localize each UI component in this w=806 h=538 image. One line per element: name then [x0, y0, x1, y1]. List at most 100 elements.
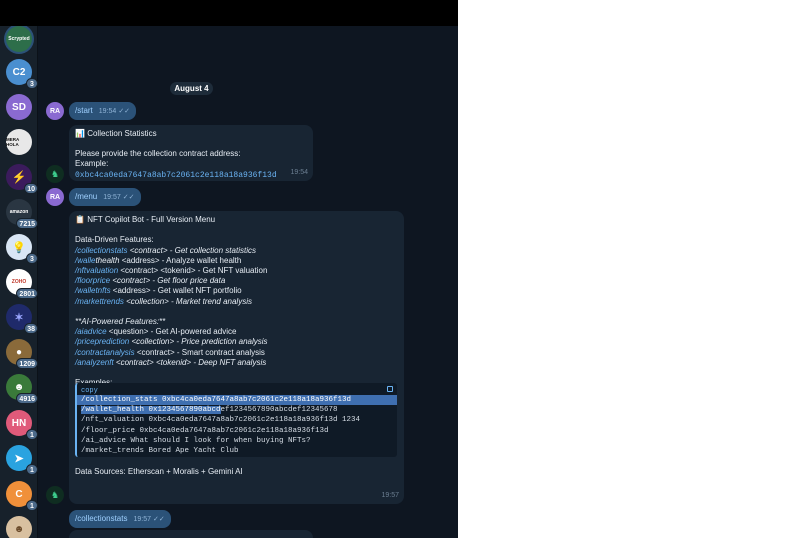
command-link[interactable]: /floorprice: [75, 276, 110, 285]
incoming-message-collection-stats[interactable]: 📊 Collection Statistics Please provide t…: [69, 125, 313, 181]
clipboard-icon: 📋: [75, 215, 85, 224]
bot-avatar[interactable]: ♞: [46, 486, 64, 504]
chat-avatar-purple[interactable]: ⚡ 10: [6, 164, 38, 194]
command-link[interactable]: /nftvaluation: [75, 266, 118, 275]
chat-avatar-zoho[interactable]: ZOHO 2801: [6, 269, 38, 299]
command-desc: <address> - Analyze wallet health: [119, 255, 242, 265]
unread-badge: 1: [26, 500, 38, 511]
command-link[interactable]: /markettrends: [75, 297, 124, 306]
unread-badge: 4916: [16, 393, 38, 404]
command-desc: <question> - Get AI-powered advice: [106, 327, 237, 337]
outgoing-message-menu[interactable]: /menu 19:57 ✓✓: [69, 188, 141, 206]
date-separator: August 4: [170, 82, 213, 95]
message-title: Collection Statistics: [87, 129, 157, 138]
example-label: Example:: [75, 159, 109, 169]
command-desc: <contract> - Smart contract analysis: [134, 347, 265, 357]
lightning-icon: ⚡: [11, 170, 27, 184]
unread-badge: 3: [26, 78, 38, 89]
chat-avatar-amazon[interactable]: amazon 7215: [6, 199, 38, 229]
section-heading: **AI-Powered Features:**: [75, 317, 166, 326]
bot-avatar[interactable]: ♞: [46, 165, 64, 183]
code-block[interactable]: copy /collection_stats 0xbc4ca0eda7647a8…: [75, 383, 397, 457]
user-avatar[interactable]: RA: [46, 188, 64, 206]
chat-avatar-telegram[interactable]: ➤ 1: [6, 445, 38, 475]
command-link[interactable]: /collectionstats: [75, 246, 127, 255]
chat-avatar-photo-1[interactable]: ● 1209: [6, 339, 38, 369]
double-check-icon: ✓✓: [122, 194, 135, 201]
chat-avatar-c2[interactable]: C2 3: [6, 59, 38, 89]
message-text[interactable]: /menu: [75, 192, 97, 201]
command-link[interactable]: /walle: [75, 256, 95, 265]
command-link[interactable]: /contractanalysis: [75, 348, 135, 357]
command-desc: <collection> - Price prediction analysis: [129, 337, 268, 347]
user-initials: RA: [49, 193, 61, 201]
command-link-rest[interactable]: thealth: [95, 256, 119, 265]
code-copy-label[interactable]: copy: [77, 386, 397, 395]
chat-avatar-scrypted[interactable]: Scrypted: [6, 26, 32, 52]
window-top-bar: [0, 0, 458, 26]
message-time: 19:54: [290, 168, 308, 176]
photo-icon: ●: [15, 346, 23, 358]
outgoing-message-start[interactable]: /start 19:54 ✓✓: [69, 102, 137, 120]
message-body: Please provide the collection contract a…: [75, 149, 241, 159]
chart-icon: 📊: [75, 129, 85, 138]
code-line-rest: ef1234567890abcdef12345678: [220, 406, 338, 415]
message-text[interactable]: /collectionstats: [75, 514, 127, 523]
unread-badge: 1: [26, 464, 38, 475]
chat-avatar-photo-2[interactable]: ☻ 4916: [6, 374, 38, 404]
logo-icon: ✶: [14, 311, 24, 324]
chat-avatar-mera-hola[interactable]: MERA HOLA: [6, 129, 32, 155]
outgoing-message-collectionstats[interactable]: /collectionstats 19:57 ✓✓: [69, 510, 171, 528]
double-check-icon: ✓✓: [118, 108, 131, 115]
message-time: 19:57: [133, 516, 151, 523]
command-link[interactable]: /analyzenft: [75, 358, 114, 367]
chat-avatar-bulb[interactable]: 💡 3: [6, 234, 38, 264]
message-text[interactable]: /start: [75, 106, 93, 115]
chat-avatar-sd[interactable]: SD: [6, 94, 32, 120]
unread-badge: 1: [26, 429, 38, 440]
incoming-message-full-menu[interactable]: 📋 NFT Copilot Bot - Full Version Menu Da…: [69, 211, 404, 504]
code-line[interactable]: /nft_valuation 0xbc4ca0eda7647a8ab7c2061…: [77, 415, 397, 425]
avatar-label: C: [15, 488, 23, 500]
code-line[interactable]: /floor_price 0xbc4ca0eda7647a8ab7c2061c2…: [77, 426, 397, 436]
code-line[interactable]: /collection_stats 0xbc4ca0eda7647a8ab7c2…: [77, 395, 397, 406]
chat-list-sidebar[interactable]: Scrypted C2 3 SD MERA HOLA ⚡ 10 amazon 7215…: [0, 26, 38, 538]
user-initials: RA: [49, 107, 61, 115]
unread-badge: 2801: [16, 288, 38, 299]
bot-logo-icon: ♞: [50, 168, 60, 179]
unread-badge: 3: [26, 253, 38, 264]
command-link[interactable]: /walletnfts: [75, 286, 111, 295]
chat-avatar-photo-3[interactable]: ☻: [6, 516, 32, 538]
double-check-icon: ✓✓: [153, 516, 165, 523]
avatar-label: amazon: [9, 209, 29, 215]
chat-avatar-c[interactable]: C1: [6, 481, 38, 511]
command-link[interactable]: /priceprediction: [75, 337, 129, 346]
chat-area[interactable]: August 4 RA /start 19:54 ✓✓ 📊 Collection S…: [38, 26, 458, 538]
person-icon: ☻: [13, 523, 25, 535]
bot-logo-icon: ♞: [50, 489, 60, 500]
telegram-app: Scrypted C2 3 SD MERA HOLA ⚡ 10 amazon 7215…: [0, 26, 458, 538]
unread-badge: 7215: [16, 218, 38, 229]
code-selection: /wallet_health 0x1234567890abcd: [81, 406, 221, 415]
message-time: 19:57: [103, 194, 121, 201]
example-address[interactable]: 0xbc4ca0eda7647a8ab7c2061c2e118a18a936f1…: [75, 171, 277, 180]
command-desc: <address> - Get wallet NFT portfolio: [110, 286, 242, 296]
lightbulb-icon: 💡: [12, 241, 26, 254]
avatar-label: HN: [11, 417, 27, 429]
message-time: 19:57: [381, 491, 399, 499]
avatar-label: MERA HOLA: [6, 137, 20, 147]
command-desc: <contract> <tokenid> - Deep NFT analysis: [113, 357, 267, 367]
command-desc: <contract> - Get floor price data: [110, 276, 226, 286]
incoming-message-partial[interactable]: [69, 530, 313, 538]
code-line[interactable]: /wallet_health 0x1234567890abcdef1234567…: [77, 405, 397, 415]
code-line[interactable]: /ai_advice What should I look for when b…: [77, 436, 397, 446]
command-link[interactable]: /aiadvice: [75, 327, 107, 336]
chat-avatar-blue-logo[interactable]: ✶ 38: [6, 304, 38, 334]
code-line[interactable]: /market_trends Bored Ape Yacht Club: [77, 446, 397, 456]
telegram-plane-icon: ➤: [14, 452, 24, 465]
copy-icon[interactable]: [387, 386, 393, 392]
chat-avatar-hn[interactable]: HN 1: [6, 410, 38, 440]
unread-badge: 38: [24, 323, 38, 334]
user-avatar[interactable]: RA: [46, 102, 64, 120]
avatar-label: Scrypted: [8, 36, 30, 42]
